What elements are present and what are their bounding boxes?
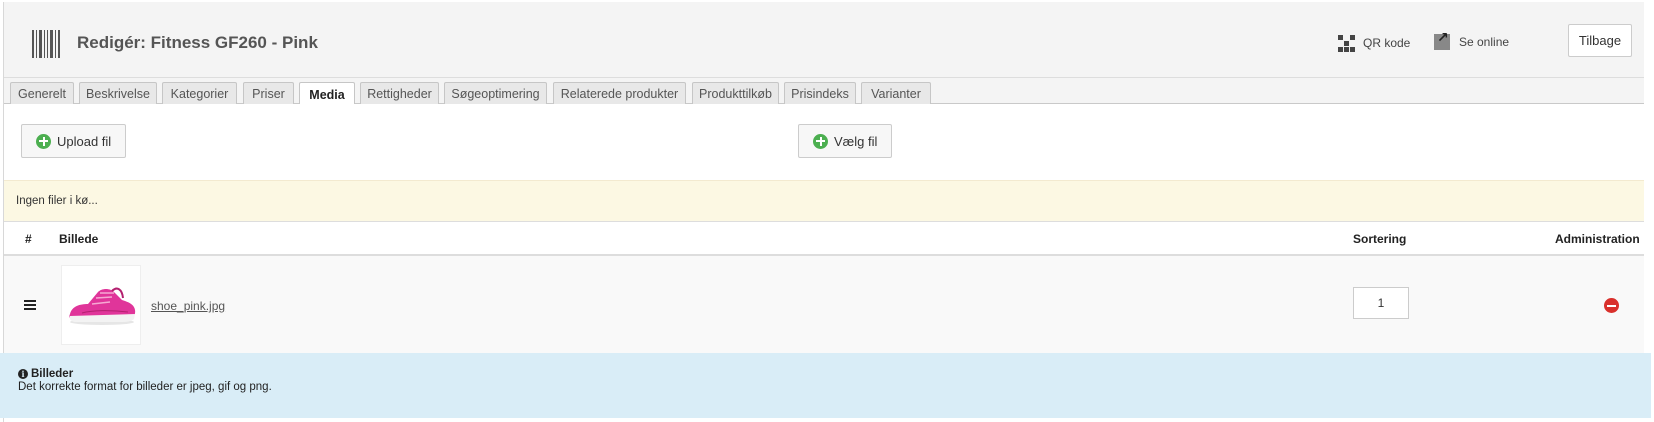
qr-code-icon: [1337, 34, 1355, 52]
plus-circle-icon: [813, 133, 828, 149]
upload-file-label: Upload fil: [57, 133, 112, 149]
view-online-link[interactable]: Se online: [1434, 29, 1510, 50]
tab-relaterede-produkter[interactable]: Relaterede produkter: [553, 82, 686, 105]
tab-varianter[interactable]: Varianter: [861, 82, 931, 105]
tab-beskrivelse[interactable]: Beskrivelse: [79, 82, 157, 105]
pink-shoe-image: [69, 287, 136, 325]
info-icon: i: [18, 369, 28, 379]
tab-media[interactable]: Media: [299, 82, 355, 106]
info-box: i Billeder Det korrekte format for bille…: [0, 353, 1651, 418]
upload-file-button[interactable]: Upload fil: [21, 124, 127, 158]
table-header: # Billede Sortering Administration: [4, 221, 1644, 256]
info-title-row: i Billeder: [18, 368, 1651, 380]
column-sort: Sortering: [1353, 232, 1407, 246]
external-link-icon: [1434, 29, 1450, 50]
column-admin: Administration: [1555, 232, 1640, 246]
upload-area: Upload fil Vælg fil: [4, 104, 1644, 180]
column-number: #: [25, 232, 32, 246]
barcode-icon: [32, 30, 60, 58]
tab-priser[interactable]: Priser: [243, 82, 294, 105]
tab-kategorier[interactable]: Kategorier: [162, 82, 237, 105]
back-button[interactable]: Tilbage: [1568, 24, 1632, 57]
product-thumbnail: [61, 265, 141, 345]
tab-generelt[interactable]: Generelt: [10, 82, 74, 105]
plus-circle-icon: [36, 133, 51, 149]
tab-soegeoptimering[interactable]: Søgeoptimering: [444, 82, 547, 105]
qr-code-label: QR kode: [1363, 36, 1411, 50]
tab-produkttilkoeb[interactable]: Produkttilkøb: [692, 82, 779, 105]
sort-order-input[interactable]: [1353, 287, 1409, 319]
choose-file-button[interactable]: Vælg fil: [798, 124, 893, 158]
file-name-link[interactable]: shoe_pink.jpg: [151, 299, 225, 313]
table-row: shoe_pink.jpg: [4, 256, 1644, 355]
page-header: Redigér: Fitness GF260 - Pink QR kode Se…: [4, 2, 1644, 77]
page-title: Redigér: Fitness GF260 - Pink: [77, 33, 318, 52]
remove-circle-icon[interactable]: [1604, 298, 1619, 313]
info-title: Billeder: [31, 368, 74, 380]
tab-rettigheder[interactable]: Rettigheder: [360, 82, 439, 105]
info-text: Det korrekte format for billeder er jpeg…: [18, 381, 272, 393]
tab-prisindeks[interactable]: Prisindeks: [784, 82, 856, 105]
qr-code-link[interactable]: QR kode: [1337, 34, 1410, 52]
drag-handle-icon[interactable]: [24, 300, 36, 310]
upload-queue-notice: Ingen filer i kø...: [4, 180, 1644, 221]
choose-file-label: Vælg fil: [834, 133, 878, 149]
tab-bar: Generelt Beskrivelse Kategorier Priser M…: [4, 77, 1644, 106]
column-image: Billede: [59, 232, 99, 246]
view-online-label: Se online: [1459, 35, 1510, 49]
